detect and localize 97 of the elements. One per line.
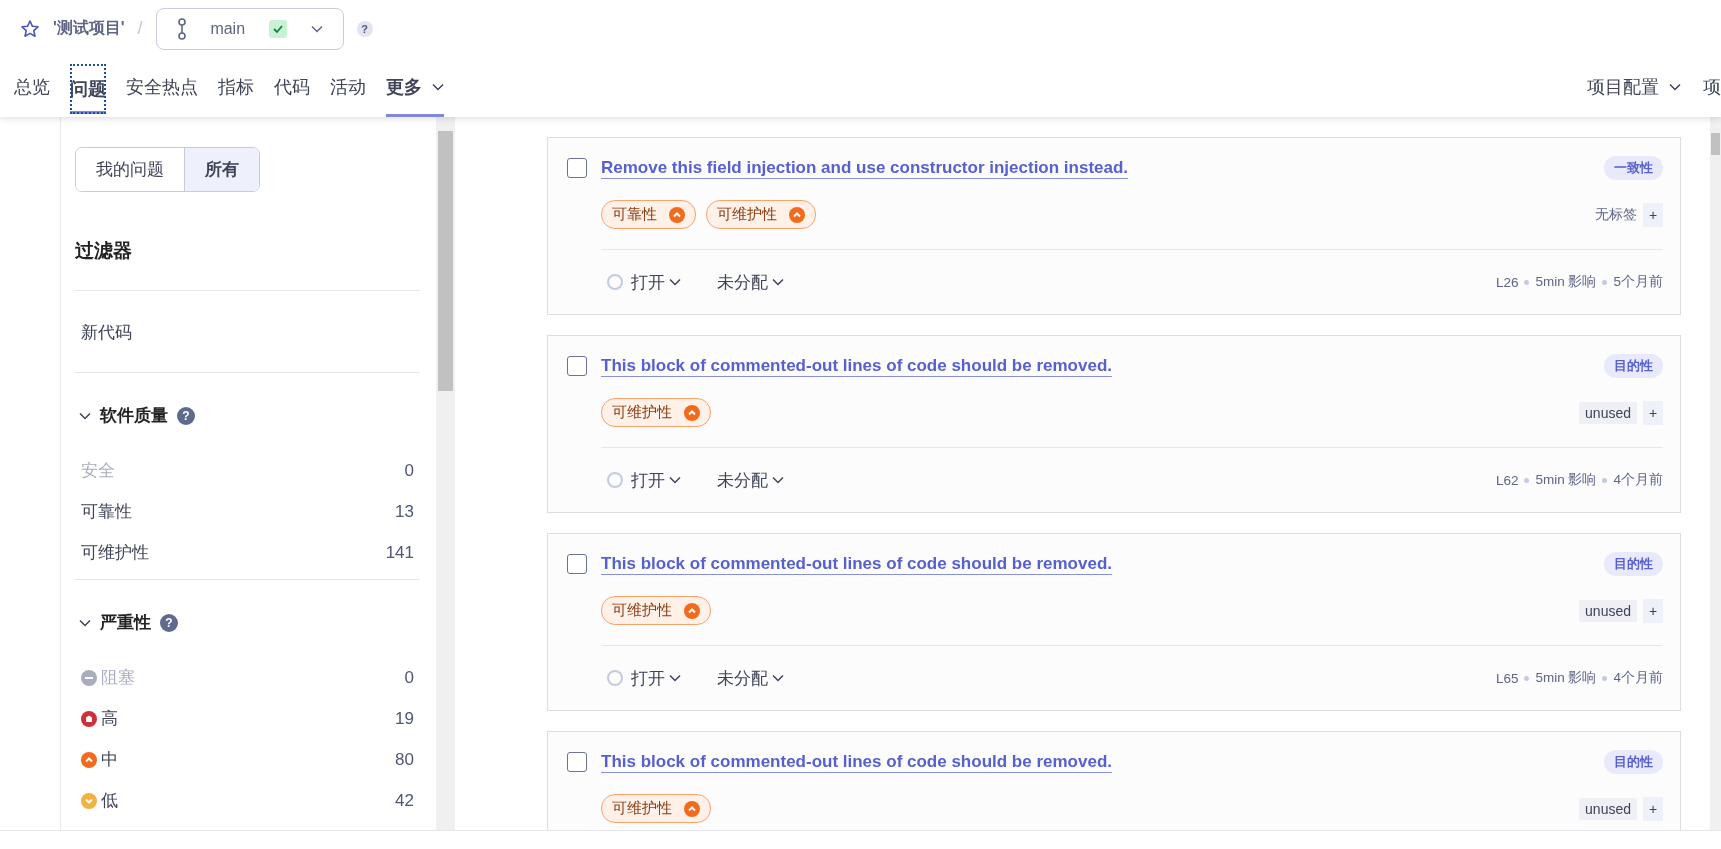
project-name[interactable]: '测试项目' — [53, 18, 125, 39]
filter-item[interactable]: 可维护性 — [81, 541, 382, 564]
filter-count: 80 — [395, 749, 414, 770]
low-severity-icon — [81, 792, 97, 809]
tag: unused — [1579, 401, 1637, 424]
caret-icon — [772, 674, 784, 682]
attribute-badge: 目的性 — [1604, 354, 1663, 378]
tag: unused — [1579, 599, 1637, 622]
filter-option[interactable]: 新代码 — [75, 291, 420, 372]
high-severity-icon — [81, 710, 97, 727]
section-title[interactable]: 严重性 — [100, 611, 151, 634]
caret-icon — [1669, 83, 1681, 91]
filter-heading: 过滤器 — [75, 239, 133, 263]
nav-tab[interactable]: 指标 — [218, 57, 254, 117]
status-circle-icon — [607, 274, 623, 290]
filter-count: 141 — [385, 542, 414, 563]
effort-label: 5min 影响 — [1535, 273, 1597, 291]
checkbox[interactable] — [567, 752, 587, 772]
quality-chip[interactable]: 可靠性 — [601, 200, 696, 229]
issue-title-link[interactable]: This block of commented-out lines of code should be removed. — [601, 553, 1112, 575]
filter-item[interactable]: 中 — [101, 748, 392, 771]
add-tag-button[interactable]: + — [1643, 598, 1663, 623]
filter-toggle[interactable]: 所有 — [184, 148, 259, 191]
age-label: 4个月前 — [1613, 471, 1663, 489]
filter-count: 0 — [404, 667, 414, 688]
medium-severity-icon — [669, 206, 685, 223]
quality-chip[interactable]: 可维护性 — [601, 398, 711, 427]
chevron-icon[interactable] — [79, 411, 91, 420]
nav-menu[interactable]: 项目配置 — [1587, 57, 1681, 117]
nav-tab[interactable]: 总览 — [14, 57, 50, 117]
issue-title-link[interactable]: This block of commented-out lines of code should be removed. — [601, 751, 1112, 773]
filter-count: 42 — [395, 790, 414, 811]
quality-chip[interactable]: 可维护性 — [601, 794, 711, 823]
filter-count: 0 — [404, 460, 414, 481]
filter-count: 19 — [395, 708, 414, 729]
add-tag-button[interactable]: + — [1643, 202, 1663, 227]
status-dropdown[interactable]: 打开 — [601, 468, 681, 492]
attribute-badge: 目的性 — [1604, 750, 1663, 774]
medium-severity-icon — [81, 751, 97, 768]
line-number: L62 — [1495, 472, 1519, 488]
help-icon[interactable]: ? — [356, 20, 373, 37]
add-tag-button[interactable]: + — [1643, 400, 1663, 425]
filter-count: 13 — [395, 501, 414, 522]
nav-menu[interactable]: 项 — [1703, 57, 1721, 117]
caret-icon — [669, 278, 681, 286]
effort-label: 5min 影响 — [1535, 669, 1597, 687]
branch-icon — [176, 17, 187, 40]
status-dropdown[interactable]: 打开 — [601, 270, 681, 294]
attribute-badge: 一致性 — [1604, 156, 1663, 180]
effort-label: 5min 影响 — [1535, 471, 1597, 489]
age-label: 5个月前 — [1613, 273, 1663, 291]
issue-title-link[interactable]: This block of commented-out lines of code should be removed. — [601, 355, 1112, 377]
no-tags-label: 无标签 — [1595, 205, 1637, 224]
medium-severity-icon — [684, 404, 700, 421]
caret-icon — [310, 24, 323, 33]
status-dropdown[interactable]: 打开 — [601, 666, 681, 690]
caret-icon — [772, 278, 784, 286]
assignee-dropdown[interactable]: 未分配 — [711, 468, 784, 492]
checkbox[interactable] — [567, 356, 587, 376]
line-number: L26 — [1495, 274, 1519, 290]
line-number: L65 — [1495, 670, 1519, 686]
breadcrumb-separator: / — [137, 18, 143, 39]
section-title[interactable]: 软件质量 — [100, 404, 168, 427]
tag: unused — [1579, 797, 1637, 820]
issue-title-link[interactable]: Remove this field injection and use constructor injection instead. — [601, 157, 1129, 179]
star-icon[interactable] — [20, 18, 40, 39]
nav-tab[interactable]: 代码 — [274, 57, 310, 117]
filter-item[interactable]: 低 — [101, 789, 392, 812]
add-tag-button[interactable]: + — [1643, 796, 1663, 821]
nav-tab[interactable]: 安全热点 — [126, 57, 198, 117]
medium-severity-icon — [684, 602, 700, 619]
checkbox[interactable] — [567, 554, 587, 574]
age-label: 4个月前 — [1613, 669, 1663, 687]
caret-icon — [772, 476, 784, 484]
nav-tab[interactable]: 活动 — [330, 57, 366, 117]
checkbox[interactable] — [567, 158, 587, 178]
blocker-severity-icon — [81, 669, 97, 686]
medium-severity-icon — [789, 206, 805, 223]
caret-icon — [432, 83, 444, 91]
caret-icon — [669, 476, 681, 484]
medium-severity-icon — [684, 800, 700, 817]
quality-chip[interactable]: 可维护性 — [601, 596, 711, 625]
status-circle-icon — [607, 472, 623, 488]
caret-icon — [669, 674, 681, 682]
assignee-dropdown[interactable]: 未分配 — [711, 666, 784, 690]
branch-selector[interactable]: main — [155, 7, 344, 50]
assignee-dropdown[interactable]: 未分配 — [711, 270, 784, 294]
scrollbar[interactable] — [436, 117, 455, 830]
filter-item[interactable]: 高 — [101, 707, 392, 730]
quality-chip[interactable]: 可维护性 — [706, 200, 816, 229]
help-icon[interactable]: ? — [177, 406, 195, 425]
help-icon[interactable]: ? — [160, 613, 178, 632]
status-circle-icon — [607, 670, 623, 686]
filter-item[interactable]: 可靠性 — [81, 500, 392, 523]
attribute-badge: 目的性 — [1604, 552, 1663, 576]
chevron-icon[interactable] — [79, 618, 91, 627]
scrollbar[interactable] — [1710, 117, 1721, 830]
